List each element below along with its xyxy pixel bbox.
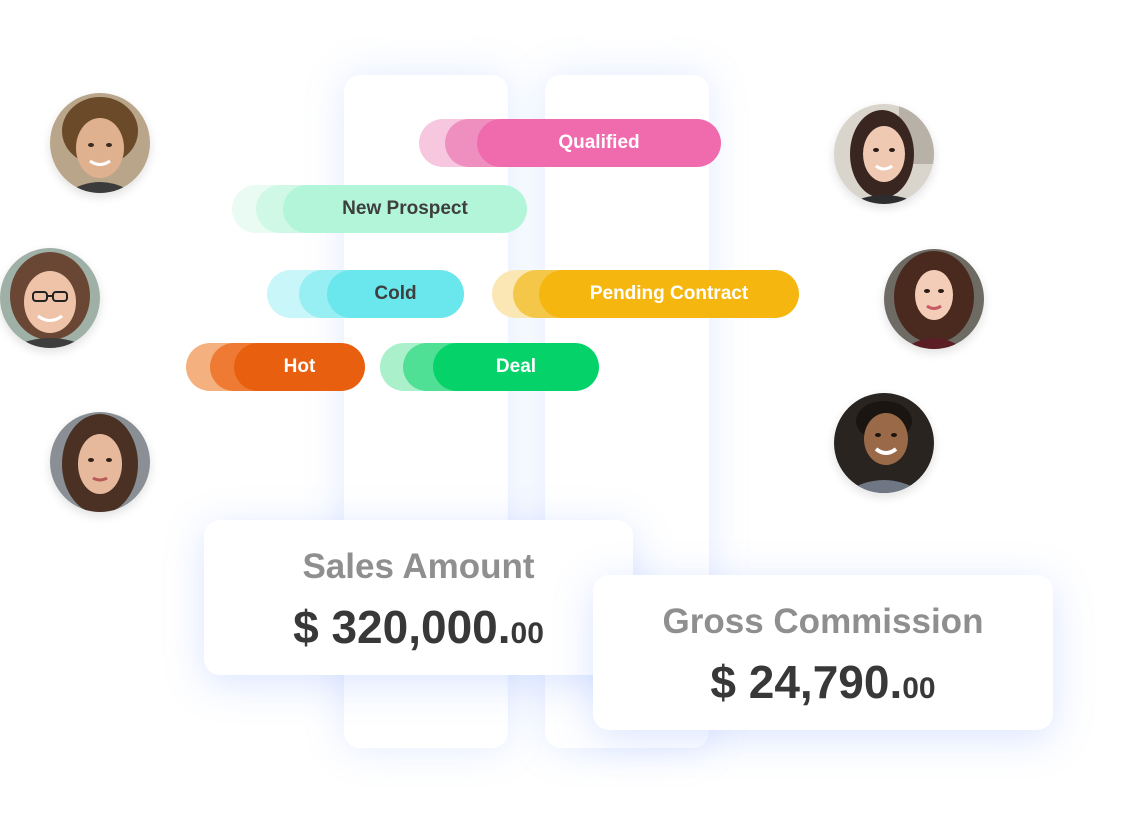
sales-amount-value: $ 320,000.00: [204, 600, 633, 654]
gross-commission-main: $ 24,790.: [710, 656, 903, 708]
tag-label: Hot: [234, 343, 365, 391]
tag-label: Qualified: [477, 119, 721, 167]
tag-label: Deal: [433, 343, 599, 391]
avatar-smiling-man-icon[interactable]: [834, 393, 934, 493]
tag-qualified[interactable]: Qualified: [419, 119, 721, 167]
avatar-curly-hair-man-icon[interactable]: [50, 93, 150, 193]
gross-commission-label: Gross Commission: [662, 602, 984, 641]
avatar-woman-long-hair-icon[interactable]: [50, 412, 150, 512]
gross-commission-card: Gross Commission $ 24,790.00: [593, 575, 1053, 730]
tag-cold[interactable]: Cold: [267, 270, 464, 318]
tag-label: Pending Contract: [539, 270, 799, 318]
sales-amount-cents: 00: [510, 617, 544, 650]
tag-pending-contract[interactable]: Pending Contract: [492, 270, 799, 318]
tag-hot[interactable]: Hot: [186, 343, 365, 391]
tag-new-prospect[interactable]: New Prospect: [232, 185, 527, 233]
sales-amount-card: Sales Amount $ 320,000.00: [204, 520, 633, 675]
avatar-woman-glasses-icon[interactable]: [0, 248, 100, 348]
tag-deal[interactable]: Deal: [380, 343, 599, 391]
gross-commission-cents: 00: [902, 672, 936, 705]
avatar-woman-dark-hair-icon[interactable]: [834, 104, 934, 204]
tag-label: Cold: [327, 270, 464, 318]
sales-amount-label: Sales Amount: [302, 547, 535, 586]
gross-commission-value: $ 24,790.00: [593, 655, 1053, 709]
avatar-woman-curly-hair-icon[interactable]: [884, 249, 984, 349]
sales-amount-main: $ 320,000.: [293, 601, 511, 653]
tag-label: New Prospect: [283, 185, 527, 233]
